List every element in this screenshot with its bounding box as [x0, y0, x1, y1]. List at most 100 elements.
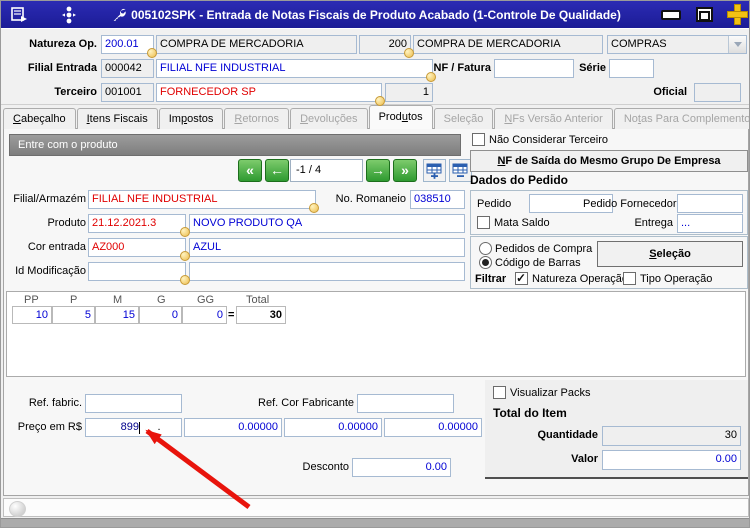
- preco2-field[interactable]: 0.00000: [184, 418, 282, 437]
- valor-field[interactable]: 0.00: [602, 450, 741, 470]
- grade-cell-g[interactable]: 0: [139, 306, 182, 324]
- close-plus-button[interactable]: [727, 4, 748, 25]
- ref-fabric-label: Ref. fabric.: [28, 397, 82, 409]
- natureza-code-field[interactable]: 200.01: [101, 35, 154, 54]
- produtos-tab-content: Entre com o produto « ← -1 / 4 → » Filia…: [3, 128, 749, 496]
- total-do-item-panel: Visualizar Packs Total do Item Quantidad…: [485, 380, 748, 479]
- bottom-bar: [1, 518, 749, 527]
- lookup-balloon-icon: [180, 251, 190, 261]
- lookup-balloon-icon: [404, 48, 414, 58]
- serie-label: Série: [579, 62, 606, 74]
- nav-last-button[interactable]: »: [393, 159, 417, 182]
- window-title: 005102SPK - Entrada de Notas Fiscais de …: [131, 7, 621, 22]
- nf-saida-grupo-button[interactable]: NF de Saída do Mesmo Grupo De Empresa: [470, 150, 748, 172]
- quantidade-field: 30: [602, 426, 741, 446]
- id-modificacao-code-field[interactable]: [88, 262, 186, 281]
- dropdown-arrow-icon[interactable]: [728, 36, 746, 53]
- tab-itens-fiscais[interactable]: Itens Fiscais: [76, 108, 158, 129]
- grade-equals-sign: =: [228, 309, 235, 321]
- produto-code-field[interactable]: 21.12.2021.3: [88, 214, 186, 233]
- produto-desc-field[interactable]: NOVO PRODUTO QA: [189, 214, 465, 233]
- id-modificacao-desc-field[interactable]: [189, 262, 465, 281]
- nav-next-button[interactable]: →: [366, 159, 390, 182]
- tab-cabecalho[interactable]: Cabeçalho: [3, 108, 76, 129]
- tab-impostos[interactable]: Impostos: [158, 108, 224, 129]
- romaneio-field[interactable]: 038510: [410, 190, 465, 209]
- ref-cor-fabricante-field[interactable]: [357, 394, 454, 413]
- grade-header-total: Total: [246, 294, 270, 306]
- quantidade-label: Quantidade: [537, 429, 598, 441]
- tab-nfs-versao-anterior: NFs Versão Anterior: [494, 108, 613, 129]
- cor-code-field[interactable]: AZ000: [88, 238, 186, 257]
- nav-prev-button[interactable]: ←: [265, 159, 289, 182]
- nf-fatura-field[interactable]: [494, 59, 574, 78]
- tipo-operacao-checkbox[interactable]: [623, 272, 636, 285]
- tipo-operacao-combobox[interactable]: COMPRAS: [607, 35, 747, 54]
- grade-header-gg: GG: [197, 294, 215, 306]
- left-arrow-icon: ←: [270, 162, 284, 178]
- grid-add-button[interactable]: [423, 159, 446, 182]
- grade-total-field: 30: [236, 306, 286, 324]
- grade-header-g: G: [157, 294, 166, 306]
- romaneio-label: No. Romaneio: [335, 193, 406, 205]
- oficial-field: [694, 83, 741, 102]
- pedidos-de-compra-label: Pedidos de Compra: [495, 243, 593, 255]
- terceiro-desc-field[interactable]: FORNECEDOR SP: [156, 83, 382, 102]
- filial-desc-field[interactable]: FILIAL NFE INDUSTRIAL: [156, 59, 433, 78]
- filtrar-label: Filtrar: [475, 273, 507, 285]
- grade-cell-m[interactable]: 15: [95, 306, 139, 324]
- visualizar-packs-checkbox[interactable]: [493, 386, 506, 399]
- selecao-button[interactable]: Seleção: [597, 241, 743, 267]
- tab-notas-para-complemento: Notas Para Complemento: [613, 108, 749, 129]
- pedidos-de-compra-radio[interactable]: [479, 242, 492, 255]
- tab-bar: Cabeçalho Itens Fiscais Impostos Retorno…: [3, 105, 749, 129]
- lookup-balloon-icon: [426, 72, 436, 82]
- dados-pedido-groupbox: Pedido Pedido Fornecedor Mata Saldo Entr…: [470, 190, 748, 235]
- entrega-field[interactable]: ...: [677, 214, 743, 233]
- pedido-label: Pedido: [477, 198, 512, 210]
- maximize-button[interactable]: [696, 7, 713, 22]
- nav-first-button[interactable]: «: [238, 159, 262, 182]
- grade-cell-gg[interactable]: 0: [182, 306, 227, 324]
- tab-produtos[interactable]: Produtos: [368, 105, 433, 129]
- tab-selecao: Seleção: [433, 108, 494, 129]
- filial-armazem-field[interactable]: FILIAL NFE INDUSTRIAL: [88, 190, 316, 209]
- serie-field[interactable]: [609, 59, 654, 78]
- desconto-field[interactable]: 0.00: [352, 458, 451, 477]
- grid-remove-button[interactable]: [449, 159, 472, 182]
- codigo-de-barras-radio[interactable]: [479, 256, 492, 269]
- filial-armazem-label: Filial/Armazém: [13, 193, 86, 205]
- tipo-operacao-label: Tipo Operação: [640, 273, 713, 285]
- nf-fatura-label: NF / Fatura: [433, 62, 491, 74]
- mata-saldo-checkbox[interactable]: [477, 216, 490, 229]
- preco-field[interactable]: 899.: [85, 418, 182, 437]
- lookup-balloon-icon: [147, 48, 157, 58]
- status-sphere-icon: [9, 501, 26, 517]
- cor-desc-field[interactable]: AZUL: [189, 238, 465, 257]
- mata-saldo-label: Mata Saldo: [494, 217, 550, 229]
- terceiro-label: Terceiro: [54, 86, 97, 98]
- lookup-balloon-icon: [309, 203, 319, 213]
- natureza-operacao-checkbox[interactable]: [515, 271, 528, 285]
- dados-pedido-title: Dados do Pedido: [470, 173, 569, 187]
- lookup-balloon-icon: [180, 227, 190, 237]
- valor-label: Valor: [571, 453, 598, 465]
- app-window: 005102SPK - Entrada de Notas Fiscais de …: [0, 0, 750, 528]
- filial-entrada-label: Filial Entrada: [27, 62, 97, 74]
- produto-label: Produto: [47, 217, 86, 229]
- grade-header-pp: PP: [24, 294, 39, 306]
- grade-cell-p[interactable]: 5: [52, 306, 95, 324]
- grade-cell-pp[interactable]: 10: [12, 306, 52, 324]
- preco3-field[interactable]: 0.00000: [284, 418, 382, 437]
- ref-fabric-field[interactable]: [85, 394, 182, 413]
- preco4-field[interactable]: 0.00000: [384, 418, 482, 437]
- pedido-fornecedor-field[interactable]: [677, 194, 743, 213]
- record-counter-field[interactable]: -1 / 4: [290, 159, 363, 182]
- selecao-groupbox: Pedidos de Compra Código de Barras Seleç…: [470, 236, 748, 289]
- double-right-arrow-icon: »: [401, 162, 409, 178]
- titlebar: 005102SPK - Entrada de Notas Fiscais de …: [1, 1, 749, 28]
- nao-considerar-terceiro-checkbox[interactable]: [472, 133, 485, 146]
- minimize-button[interactable]: [661, 10, 681, 20]
- oficial-label: Oficial: [653, 86, 687, 98]
- cor-entrada-label: Cor entrada: [27, 241, 86, 253]
